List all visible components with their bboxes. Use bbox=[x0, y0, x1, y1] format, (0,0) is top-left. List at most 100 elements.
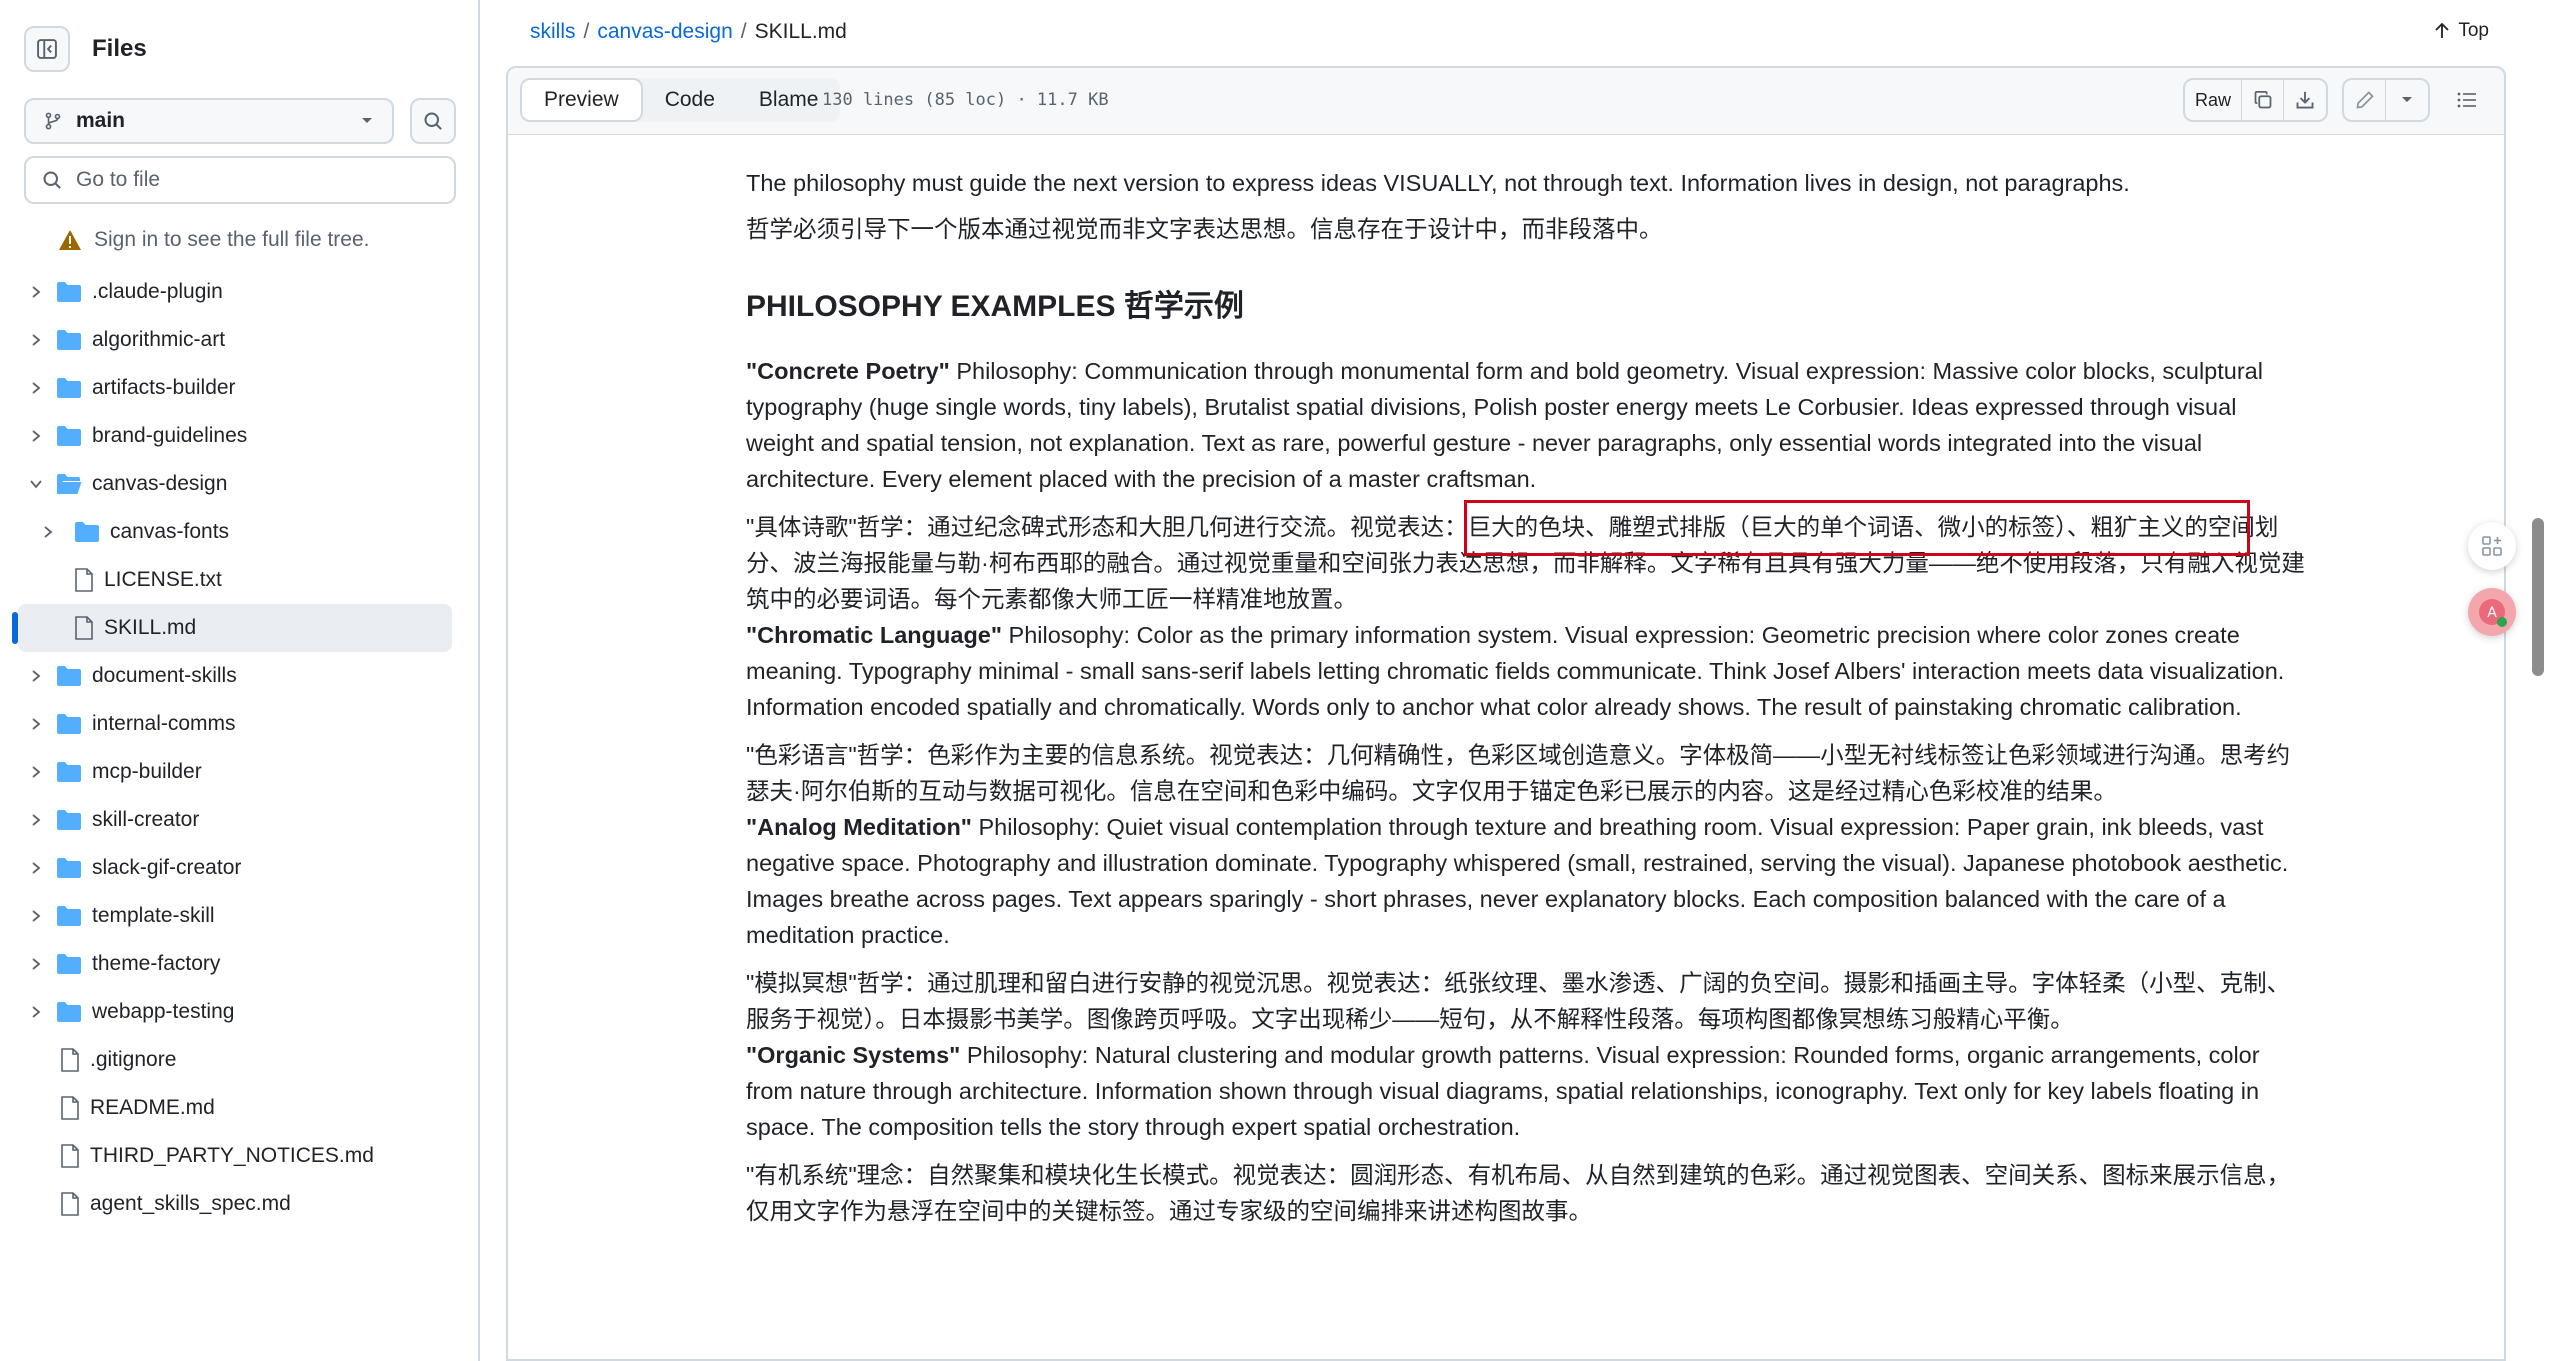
search-files-button[interactable] bbox=[410, 98, 456, 144]
folder-icon bbox=[57, 330, 81, 350]
branch-selector[interactable]: main bbox=[24, 98, 394, 144]
tree-item-third-party-notices[interactable]: THIRD_PARTY_NOTICES.md bbox=[0, 1132, 480, 1180]
breadcrumb-folder-link[interactable]: canvas-design bbox=[597, 20, 732, 44]
tree-item-document-skills[interactable]: document-skills bbox=[0, 652, 480, 700]
page-scrollbar-thumb[interactable] bbox=[2532, 518, 2544, 676]
chevron-down-icon[interactable] bbox=[24, 478, 48, 490]
tree-item-claude-plugin[interactable]: .claude-plugin bbox=[0, 268, 480, 316]
tree-item-skill-creator[interactable]: skill-creator bbox=[0, 796, 480, 844]
tree-item-internal-comms[interactable]: internal-comms bbox=[0, 700, 480, 748]
folder-icon bbox=[57, 282, 81, 302]
file-tree-sidebar: Files main Go to file Sign in to see the… bbox=[0, 0, 480, 1361]
view-mode-tabs: Preview Code Blame bbox=[520, 78, 841, 122]
breadcrumb-root-link[interactable]: skills bbox=[530, 20, 576, 44]
intro-en: The philosophy must guide the next versi… bbox=[746, 170, 2130, 196]
example-chromatic-language-zh: "色彩语言"哲学：色彩作为主要的信息系统。视觉表达：几何精确性，色彩区域创造意义… bbox=[746, 742, 2291, 804]
tree-item-mcp-builder[interactable]: mcp-builder bbox=[0, 748, 480, 796]
tree-item-algorithmic-art[interactable]: algorithmic-art bbox=[0, 316, 480, 364]
pencil-icon bbox=[2355, 91, 2374, 109]
chevron-right-icon[interactable] bbox=[36, 525, 60, 539]
folder-icon bbox=[57, 762, 81, 782]
example-text: Philosophy: Communication through monume… bbox=[746, 358, 2263, 492]
tree-item-artifacts-builder[interactable]: artifacts-builder bbox=[0, 364, 480, 412]
tree-item-label: template-skill bbox=[92, 904, 215, 927]
chevron-right-icon[interactable] bbox=[24, 669, 48, 683]
tree-item-label: .claude-plugin bbox=[92, 280, 223, 303]
tree-item-label: skill-creator bbox=[92, 808, 200, 831]
edit-button[interactable] bbox=[2344, 80, 2386, 120]
breadcrumb-current-file: SKILL.md bbox=[754, 20, 847, 43]
download-button[interactable] bbox=[2284, 80, 2326, 120]
search-icon bbox=[424, 112, 442, 130]
edit-options-button[interactable] bbox=[2386, 80, 2428, 120]
tree-item-skill-md[interactable]: SKILL.md bbox=[12, 604, 452, 652]
go-to-file-input[interactable]: Go to file bbox=[24, 156, 456, 204]
tree-item-theme-factory[interactable]: theme-factory bbox=[0, 940, 480, 988]
tree-item-label: README.md bbox=[90, 1096, 215, 1119]
example-analog-meditation-en: "Analog Meditation" Philosophy: Quiet vi… bbox=[746, 809, 2306, 953]
folder-open-icon bbox=[57, 474, 82, 494]
chevron-right-icon[interactable] bbox=[24, 813, 48, 827]
section-heading: PHILOSOPHY EXAMPLES 哲学示例 bbox=[746, 290, 1244, 323]
sidebar-title: Files bbox=[92, 35, 147, 62]
tree-item-brand-guidelines[interactable]: brand-guidelines bbox=[0, 412, 480, 460]
list-unordered-icon bbox=[2457, 92, 2476, 108]
sidebar-collapse-icon bbox=[37, 39, 57, 59]
edit-actions-group bbox=[2342, 78, 2430, 122]
tab-preview[interactable]: Preview bbox=[520, 78, 643, 122]
chevron-right-icon[interactable] bbox=[24, 333, 48, 347]
tree-item-label: brand-guidelines bbox=[92, 424, 248, 447]
example-text: Philosophy: Quiet visual contemplation t… bbox=[746, 814, 2289, 948]
tree-item-label: theme-factory bbox=[92, 952, 221, 975]
tree-item-gitignore[interactable]: .gitignore bbox=[0, 1036, 480, 1084]
chevron-right-icon[interactable] bbox=[24, 1005, 48, 1019]
file-actions: Raw bbox=[2169, 78, 2488, 122]
chevron-right-icon[interactable] bbox=[24, 717, 48, 731]
copy-raw-button[interactable] bbox=[2242, 80, 2284, 120]
example-chromatic-language-en: "Chromatic Language" Philosophy: Color a… bbox=[746, 617, 2306, 725]
outline-button[interactable] bbox=[2446, 80, 2488, 120]
tree-item-agent-skills-spec[interactable]: agent_skills_spec.md bbox=[0, 1180, 480, 1228]
tree-item-canvas-design[interactable]: canvas-design bbox=[0, 460, 480, 508]
tree-item-license[interactable]: LICENSE.txt bbox=[0, 556, 480, 604]
example-organic-systems-zh: "有机系统"理念：自然聚集和模块化生长模式。视觉表达：圆润形态、有机布局、从自然… bbox=[746, 1162, 2291, 1224]
caret-down-icon bbox=[2402, 97, 2412, 102]
sidebar-header: Files bbox=[24, 26, 147, 72]
intro-zh: 哲学必须引导下一个版本通过视觉而非文字表达思想。信息存在于设计中，而非段落中。 bbox=[746, 216, 1663, 242]
chevron-right-icon[interactable] bbox=[24, 381, 48, 395]
tree-item-canvas-fonts[interactable]: canvas-fonts bbox=[0, 508, 480, 556]
file-toolbar: Preview Code Blame 130 lines (85 loc) · … bbox=[506, 66, 2506, 134]
collapse-sidebar-button[interactable] bbox=[24, 26, 70, 72]
chevron-right-icon[interactable] bbox=[24, 429, 48, 443]
tree-item-webapp-testing[interactable]: webapp-testing bbox=[0, 988, 480, 1036]
chevron-right-icon[interactable] bbox=[24, 957, 48, 971]
breadcrumb-separator: / bbox=[583, 20, 590, 43]
breadcrumb: skills / canvas-design / SKILL.md bbox=[530, 20, 847, 44]
tree-item-readme[interactable]: README.md bbox=[0, 1084, 480, 1132]
tree-item-label: .gitignore bbox=[90, 1048, 177, 1071]
tree-item-label: LICENSE.txt bbox=[104, 568, 222, 591]
chevron-right-icon[interactable] bbox=[24, 285, 48, 299]
tab-code[interactable]: Code bbox=[643, 78, 737, 122]
folder-icon bbox=[57, 426, 81, 446]
chevron-right-icon[interactable] bbox=[24, 909, 48, 923]
raw-button[interactable]: Raw bbox=[2185, 80, 2242, 120]
signin-notice: Sign in to see the full file tree. bbox=[58, 228, 370, 252]
translate-icon: A bbox=[2479, 599, 2507, 627]
file-tree: .claude-plugin algorithmic-art artifacts… bbox=[0, 268, 480, 1228]
top-button[interactable]: Top bbox=[2434, 20, 2489, 42]
example-name: "Chromatic Language" bbox=[746, 622, 1003, 648]
example-concrete-poetry-en: "Concrete Poetry" Philosophy: Communicat… bbox=[746, 353, 2306, 497]
example-analog-meditation-zh: "模拟冥想"哲学：通过肌理和留白进行安静的视觉沉思。视觉表达：纸张纹理、墨水渗透… bbox=[746, 970, 2291, 1032]
chevron-right-icon[interactable] bbox=[24, 765, 48, 779]
floating-apps-button[interactable] bbox=[2468, 522, 2516, 570]
branch-name: main bbox=[76, 109, 126, 132]
tree-item-template-skill[interactable]: template-skill bbox=[0, 892, 480, 940]
floating-translate-button[interactable]: A bbox=[2468, 588, 2516, 636]
search-icon bbox=[43, 171, 61, 189]
chevron-right-icon[interactable] bbox=[24, 861, 48, 875]
tree-item-label: SKILL.md bbox=[104, 616, 197, 639]
file-icon bbox=[75, 616, 93, 640]
tree-item-slack-gif-creator[interactable]: slack-gif-creator bbox=[0, 844, 480, 892]
folder-icon bbox=[57, 1002, 81, 1022]
